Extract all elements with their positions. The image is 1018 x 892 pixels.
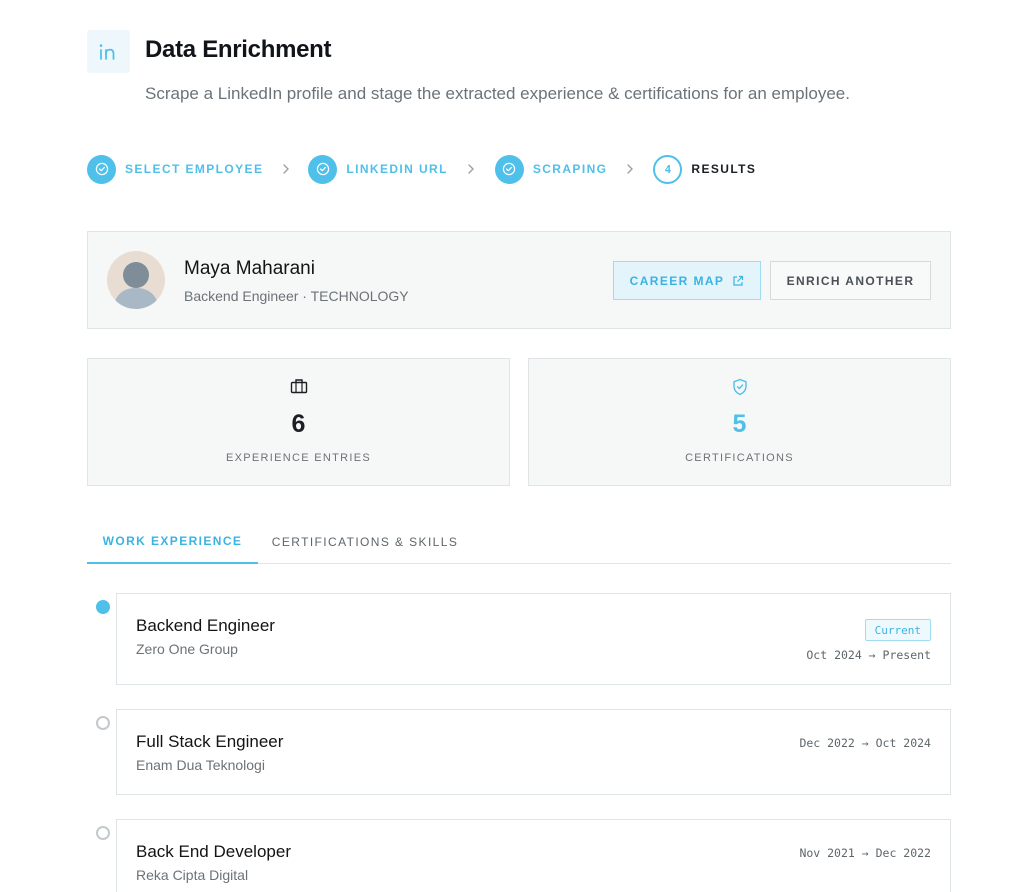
step-label: SCRAPING [532, 162, 608, 176]
briefcase-icon [290, 379, 307, 394]
linkedin-icon [99, 43, 114, 60]
current-badge: Current [864, 619, 931, 641]
results-tabs: WORK EXPERIENCE CERTIFICATIONS & SKILLS [87, 520, 951, 564]
enrich-another-button[interactable]: ENRICH ANOTHER [770, 261, 931, 300]
page-subtitle: Scrape a LinkedIn profile and stage the … [145, 84, 850, 103]
step-label: LINKEDIN URL [346, 162, 448, 176]
experience-item[interactable]: Full Stack Engineer Enam Dua Teknologi D… [116, 709, 951, 795]
step-results[interactable]: 4 RESULTS [653, 154, 757, 184]
tab-work-experience[interactable]: WORK EXPERIENCE [87, 520, 258, 564]
career-map-button[interactable]: CAREER MAP [613, 261, 761, 300]
experience-label: EXPERIENCE ENTRIES [225, 452, 372, 464]
chevron-right-icon [448, 163, 495, 175]
experience-item[interactable]: Backend Engineer Zero One Group Current … [116, 593, 951, 685]
step-number: 4 [653, 154, 683, 184]
timeline-dot [96, 826, 110, 840]
experience-dates: Nov 2021 → Dec 2022 [799, 846, 931, 860]
external-link-icon [733, 275, 744, 286]
check-circle-icon [308, 154, 338, 184]
experience-dates: Dec 2022 → Oct 2024 [799, 736, 931, 750]
stepper: SELECT EMPLOYEE LINKEDIN URL SCRAPING 4 … [87, 154, 756, 184]
step-label: RESULTS [691, 162, 757, 176]
tab-certifications-skills[interactable]: CERTIFICATIONS & SKILLS [270, 520, 460, 564]
profile-name: Maya Maharani [184, 258, 315, 279]
experience-item[interactable]: Back End Developer Reka Cipta Digital No… [116, 819, 951, 892]
step-linkedin-url[interactable]: LINKEDIN URL [308, 154, 448, 184]
chevron-right-icon [607, 163, 653, 175]
experience-count: 6 [291, 410, 306, 438]
experience-company: Reka Cipta Digital [136, 867, 249, 883]
step-label: SELECT EMPLOYEE [125, 162, 264, 176]
shield-check-icon [732, 378, 747, 396]
experience-company: Enam Dua Teknologi [136, 757, 265, 773]
check-circle-icon [87, 154, 116, 184]
step-select-employee[interactable]: SELECT EMPLOYEE [87, 154, 264, 184]
timeline-dot [96, 716, 110, 730]
avatar [107, 251, 165, 309]
page-title: Data Enrichment [145, 36, 332, 63]
linkedin-logo [87, 30, 130, 73]
step-scraping[interactable]: SCRAPING [494, 154, 608, 184]
career-map-label: CAREER MAP [629, 273, 725, 288]
profile-card: Maya Maharani Backend Engineer · TECHNOL… [87, 231, 951, 329]
experience-title: Backend Engineer [136, 616, 275, 635]
experience-dates: Oct 2024 → Present [806, 648, 931, 662]
experience-title: Back End Developer [136, 842, 291, 861]
experience-company: Zero One Group [136, 641, 238, 657]
certifications-count: 5 [732, 410, 747, 438]
experience-title: Full Stack Engineer [136, 732, 284, 751]
profile-meta: Backend Engineer · TECHNOLOGY [184, 288, 409, 304]
timeline-dot-current [96, 600, 110, 614]
experience-stat-card: 6 EXPERIENCE ENTRIES [87, 358, 510, 486]
certifications-stat-card: 5 CERTIFICATIONS [528, 358, 951, 486]
certifications-label: CERTIFICATIONS [685, 452, 794, 464]
chevron-right-icon [263, 163, 308, 175]
check-circle-icon [494, 154, 524, 184]
